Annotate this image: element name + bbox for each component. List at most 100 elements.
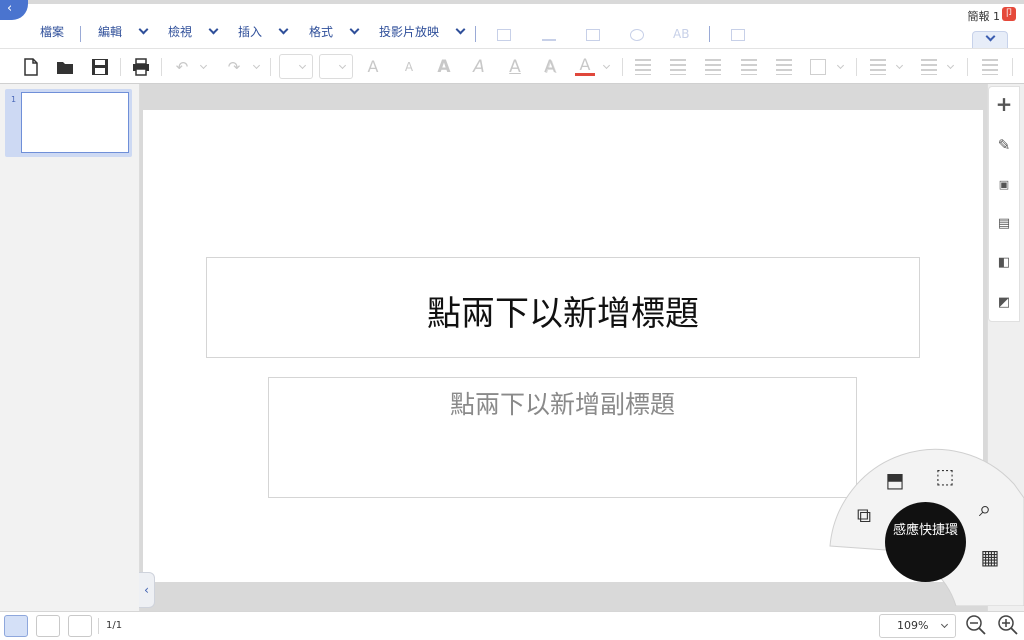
notes-icon[interactable]: ◩ xyxy=(994,293,1014,313)
bullets-icon[interactable] xyxy=(870,59,886,75)
chevron-down-icon[interactable] xyxy=(946,61,955,70)
text-box-format-icon[interactable] xyxy=(810,59,826,75)
chevron-down-icon xyxy=(138,24,149,35)
image-icon[interactable] xyxy=(586,29,600,41)
slide-thumbnail-panel xyxy=(0,84,140,611)
document-title: 簡報 1 xyxy=(967,10,1001,23)
table-icon[interactable] xyxy=(497,29,511,41)
undo-icon[interactable]: ↶ xyxy=(172,57,192,77)
screenshot-edit-icon[interactable]: ⬚ xyxy=(931,462,959,490)
text-format-icon[interactable]: ▣ xyxy=(994,175,1014,195)
right-tool-panel xyxy=(988,86,1020,322)
spellcheck-icon[interactable]: AB xyxy=(673,27,689,41)
toolbar-divider xyxy=(856,58,857,76)
align-center-icon[interactable] xyxy=(670,59,686,75)
slide-thumbnail[interactable] xyxy=(21,92,129,153)
menu-slideshow-label: 投影片放映 xyxy=(379,25,440,39)
panel-collapse-button[interactable]: ‹ xyxy=(139,572,155,608)
page-count: 1/1 xyxy=(106,620,123,631)
menu-edit[interactable]: 編輯 xyxy=(98,23,149,40)
toolbar-divider xyxy=(120,58,121,76)
font-size-dropdown[interactable] xyxy=(319,54,353,79)
chevron-down-icon[interactable] xyxy=(199,61,208,70)
document-badge-icon: 卩 xyxy=(1002,7,1016,21)
collapse-ribbon-button[interactable] xyxy=(972,31,1008,49)
menu-divider xyxy=(80,26,81,42)
font-name-dropdown[interactable] xyxy=(279,54,313,79)
slide-number: 1 xyxy=(11,95,17,104)
numbering-icon[interactable] xyxy=(921,59,937,75)
chevron-down-icon xyxy=(349,24,360,35)
distributed-icon[interactable] xyxy=(776,59,792,75)
title-placeholder-text: 點兩下以新增標題 xyxy=(427,294,699,334)
chevron-down-icon xyxy=(338,61,347,70)
region-edit-icon[interactable]: ▦ xyxy=(976,543,1004,571)
chevron-down-icon[interactable] xyxy=(895,61,904,70)
menu-view[interactable]: 檢視 xyxy=(168,23,219,40)
align-left-icon[interactable] xyxy=(635,59,651,75)
chevron-down-icon[interactable] xyxy=(602,61,611,70)
status-divider xyxy=(98,618,99,634)
zoom-value: 109% xyxy=(897,619,929,632)
toolbar-divider xyxy=(1012,58,1013,76)
crop-icon[interactable]: ⬒ xyxy=(881,466,909,494)
zoom-in-icon[interactable] xyxy=(997,614,1019,636)
presentation-view-button[interactable] xyxy=(68,615,92,637)
chart-icon[interactable] xyxy=(542,29,556,41)
menu-slideshow[interactable]: 投影片放映 xyxy=(379,23,466,40)
add-icon[interactable]: + xyxy=(994,94,1014,114)
redo-icon[interactable]: ↷ xyxy=(224,57,244,77)
toolbar-divider xyxy=(622,58,623,76)
toolbar: ↶ ↷ A A A A A A A xyxy=(0,48,1024,84)
menu-insert-label: 插入 xyxy=(238,25,263,39)
chevron-down-icon[interactable] xyxy=(836,61,845,70)
save-icon[interactable] xyxy=(90,57,110,77)
image-search-icon[interactable]: ⧉ xyxy=(850,501,878,529)
menu-bar xyxy=(0,4,1024,48)
italic-icon[interactable]: A xyxy=(469,57,489,77)
menu-edit-label: 編輯 xyxy=(98,25,123,39)
toolbar-divider xyxy=(270,58,271,76)
quick-ring-button[interactable]: 感應快捷環 xyxy=(885,502,966,582)
chevron-down-icon xyxy=(278,24,289,35)
format-shape-icon[interactable]: ✎ xyxy=(994,135,1014,155)
menu-file[interactable]: 檔案 xyxy=(40,23,64,40)
menu-view-label: 檢視 xyxy=(168,25,193,39)
comment-icon[interactable] xyxy=(731,29,745,41)
transition-icon[interactable]: ◧ xyxy=(994,253,1014,273)
layout-icon[interactable]: ▤ xyxy=(994,214,1014,234)
print-icon[interactable] xyxy=(131,57,151,77)
slide-sorter-view-button[interactable] xyxy=(36,615,60,637)
chevron-down-icon xyxy=(985,31,996,42)
zoom-search-icon[interactable]: ⌕ xyxy=(971,496,999,524)
menu-format[interactable]: 格式 xyxy=(309,23,360,40)
underline-icon[interactable]: A xyxy=(505,57,525,77)
chevron-down-icon xyxy=(298,61,307,70)
open-folder-icon[interactable] xyxy=(55,57,75,77)
status-bar xyxy=(0,611,1024,640)
shapes-icon[interactable] xyxy=(630,29,644,41)
chevron-down-icon xyxy=(208,24,219,35)
chevron-down-icon[interactable] xyxy=(252,61,261,70)
bold-icon[interactable]: A xyxy=(434,57,454,77)
chevron-down-icon xyxy=(455,24,466,35)
menu-divider xyxy=(475,26,476,42)
menu-format-label: 格式 xyxy=(309,25,334,39)
toolbar-divider xyxy=(967,58,968,76)
normal-view-button[interactable] xyxy=(4,615,28,637)
grow-font-icon[interactable]: A xyxy=(363,57,383,77)
chevron-down-icon xyxy=(940,620,949,629)
subtitle-placeholder-text: 點兩下以新增副標題 xyxy=(449,390,675,419)
justify-icon[interactable] xyxy=(741,59,757,75)
zoom-out-icon[interactable] xyxy=(965,614,987,636)
shadow-icon[interactable]: A xyxy=(540,57,560,77)
indent-icon[interactable] xyxy=(982,59,998,75)
toolbar-divider xyxy=(161,58,162,76)
align-right-icon[interactable] xyxy=(705,59,721,75)
new-file-icon[interactable] xyxy=(21,57,41,77)
menu-insert[interactable]: 插入 xyxy=(238,23,289,40)
shrink-font-icon[interactable]: A xyxy=(399,57,419,77)
menu-divider xyxy=(709,26,710,42)
font-color-icon[interactable]: A xyxy=(575,57,595,76)
menu-file-label: 檔案 xyxy=(40,25,65,39)
